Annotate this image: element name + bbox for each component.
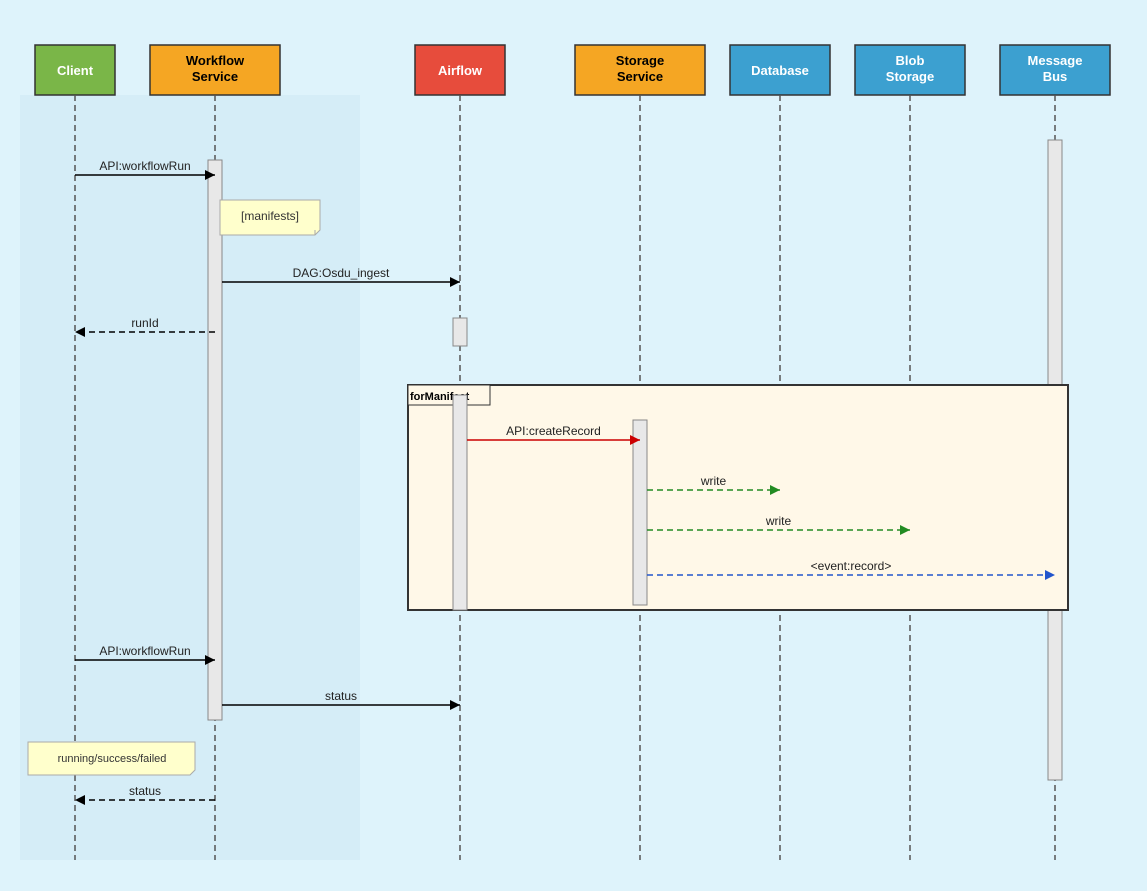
svg-text:DAG:Osdu_ingest: DAG:Osdu_ingest: [293, 266, 390, 280]
svg-text:write: write: [700, 474, 727, 488]
svg-text:Database: Database: [751, 63, 809, 78]
svg-text:Message: Message: [1028, 53, 1083, 68]
svg-text:status: status: [129, 784, 161, 798]
svg-text:Service: Service: [617, 69, 663, 84]
svg-text:Workflow: Workflow: [186, 53, 245, 68]
diagram-container: Manifest Ingest ClientWorkflowServiceAir…: [0, 0, 1147, 891]
svg-text:[manifests]: [manifests]: [241, 209, 299, 223]
svg-text:status: status: [325, 689, 357, 703]
svg-text:API:workflowRun: API:workflowRun: [99, 159, 190, 173]
svg-text:Bus: Bus: [1043, 69, 1068, 84]
svg-text:<event:record>: <event:record>: [811, 559, 892, 573]
svg-text:API:createRecord: API:createRecord: [506, 424, 601, 438]
svg-text:Blob: Blob: [896, 53, 925, 68]
svg-text:Service: Service: [192, 69, 238, 84]
svg-text:Client: Client: [57, 63, 94, 78]
svg-text:write: write: [765, 514, 792, 528]
svg-text:Storage: Storage: [616, 53, 664, 68]
sequence-diagram: ClientWorkflowServiceAirflowStorageServi…: [0, 0, 1147, 891]
svg-text:running/success/failed: running/success/failed: [58, 753, 167, 765]
svg-text:API:workflowRun: API:workflowRun: [99, 644, 190, 658]
svg-text:Storage: Storage: [886, 69, 934, 84]
svg-text:runId: runId: [131, 316, 158, 330]
svg-text:Airflow: Airflow: [438, 63, 483, 78]
